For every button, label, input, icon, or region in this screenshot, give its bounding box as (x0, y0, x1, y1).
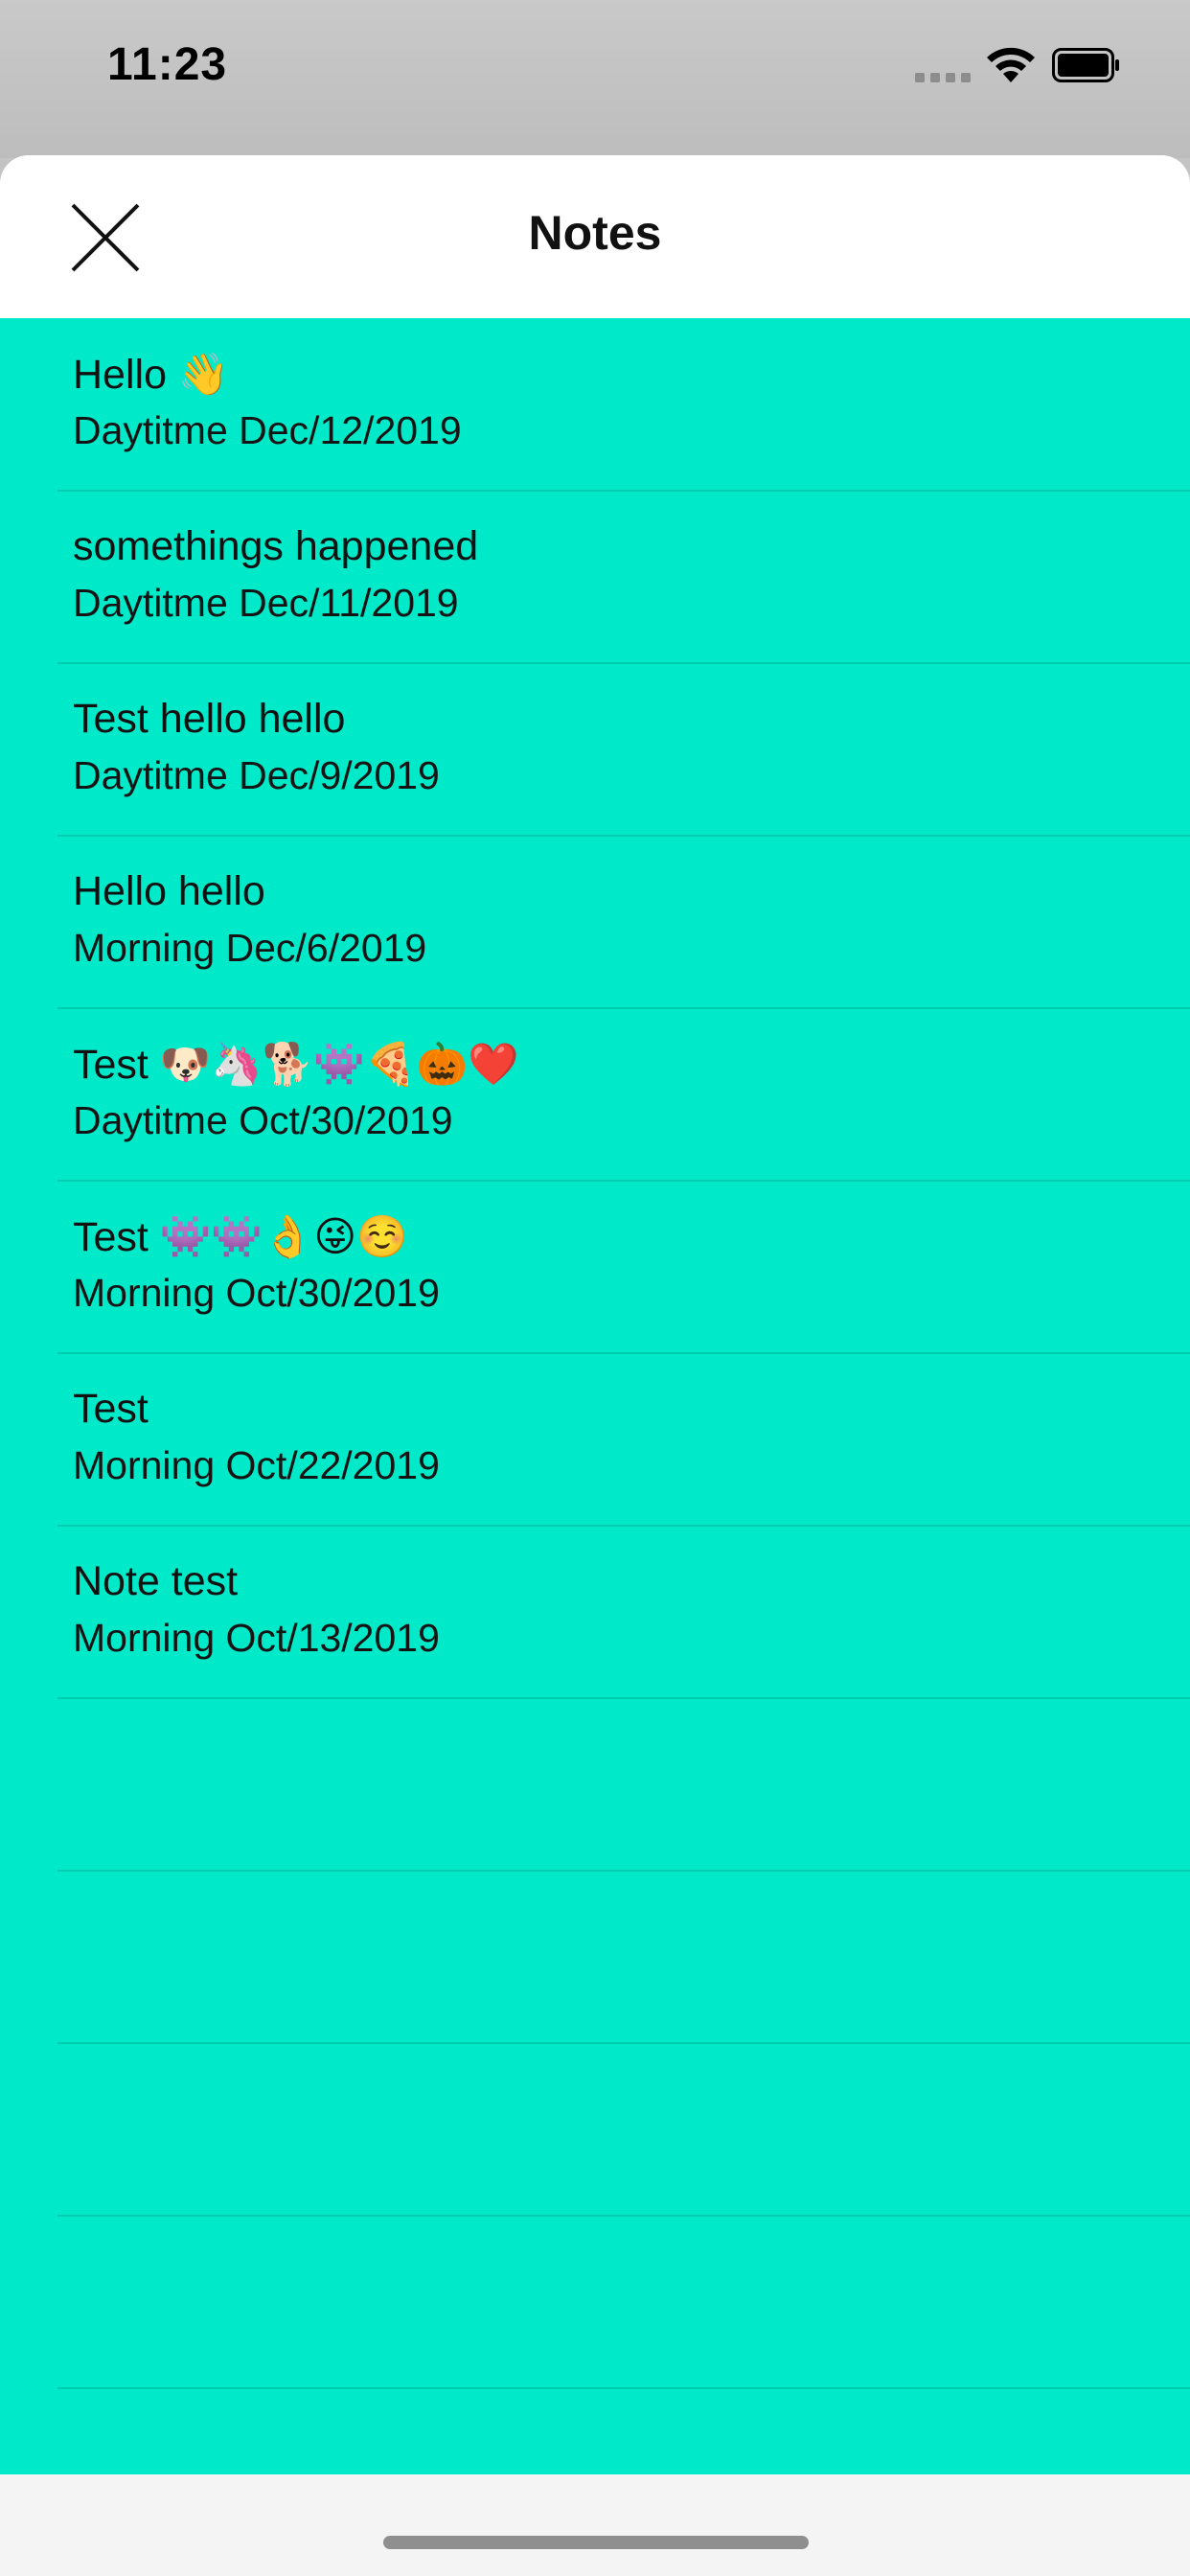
row-separator (57, 1697, 1190, 1699)
home-indicator-area (0, 2474, 1190, 2576)
notes-list[interactable]: Hello 👋 Daytitme Dec/12/2019 somethings … (0, 318, 1190, 2474)
notes-sheet: Notes Hello 👋 Daytitme Dec/12/2019 somet… (0, 155, 1190, 2576)
status-time: 11:23 (107, 39, 228, 90)
note-title: somethings happened (73, 523, 479, 569)
empty-row-separator (57, 1870, 1190, 1872)
page-title: Notes (528, 206, 662, 260)
battery-icon (1052, 48, 1119, 82)
note-title: Test hello hello (73, 696, 346, 742)
navigation-bar: Notes (0, 155, 1190, 318)
empty-row-separator (57, 2042, 1190, 2044)
note-subtitle: Morning Dec/6/2019 (73, 926, 427, 970)
empty-row-separator (57, 2387, 1190, 2389)
note-subtitle: Daytitme Dec/11/2019 (73, 581, 459, 625)
note-subtitle: Morning Oct/30/2019 (73, 1271, 440, 1315)
note-row-3[interactable]: Test hello hello Daytitme Dec/9/2019 (0, 663, 1190, 836)
note-subtitle: Daytitme Oct/30/2019 (73, 1098, 453, 1142)
cellular-signal-icon (915, 73, 973, 82)
note-row-7[interactable]: Test Morning Oct/22/2019 (0, 1353, 1190, 1526)
note-title: Test 👾👾👌😜☺️ (73, 1214, 408, 1260)
note-title: Note test (73, 1558, 239, 1604)
note-row-6[interactable]: Test 👾👾👌😜☺️ Morning Oct/30/2019 (0, 1181, 1190, 1353)
note-row-8[interactable]: Note test Morning Oct/13/2019 (0, 1526, 1190, 1698)
note-subtitle: Morning Oct/13/2019 (73, 1616, 440, 1660)
note-subtitle: Daytitme Dec/12/2019 (73, 408, 462, 452)
note-row-4[interactable]: Hello hello Morning Dec/6/2019 (0, 836, 1190, 1008)
note-title: Test (73, 1386, 149, 1432)
note-title: Test 🐶🦄🐕👾🍕🎃❤️ (73, 1042, 519, 1088)
note-subtitle: Morning Oct/22/2019 (73, 1443, 440, 1487)
empty-row-separator (57, 2215, 1190, 2217)
note-row-1[interactable]: Hello 👋 Daytitme Dec/12/2019 (0, 318, 1190, 491)
note-title: Hello 👋 (73, 352, 230, 398)
home-indicator[interactable] (383, 2536, 809, 2549)
wifi-icon (987, 47, 1035, 82)
note-subtitle: Daytitme Dec/9/2019 (73, 753, 440, 797)
status-bar: 11:23 (0, 0, 1190, 158)
note-row-2[interactable]: somethings happened Daytitme Dec/11/2019 (0, 491, 1190, 663)
note-row-5[interactable]: Test 🐶🦄🐕👾🍕🎃❤️ Daytitme Oct/30/2019 (0, 1008, 1190, 1181)
note-title: Hello hello (73, 868, 265, 914)
